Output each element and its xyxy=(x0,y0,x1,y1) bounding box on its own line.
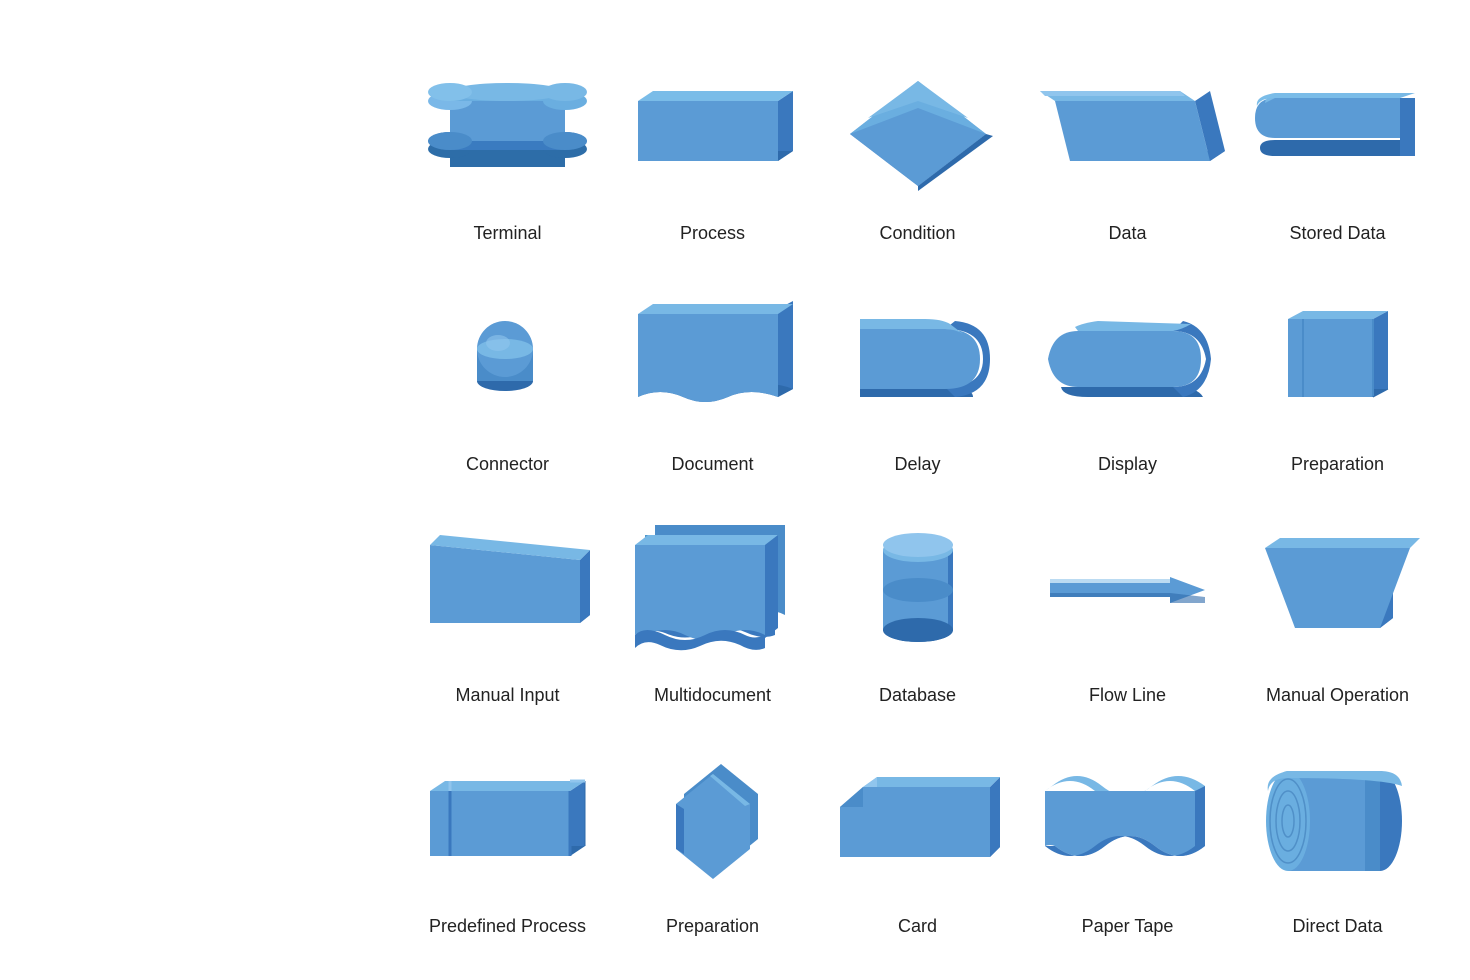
shape-stored-data xyxy=(1245,48,1430,208)
shape-flow-line xyxy=(1030,510,1225,670)
cell-terminal: Terminal xyxy=(405,28,610,259)
shape-display xyxy=(1030,279,1225,439)
label-condition: Condition xyxy=(879,223,955,244)
shape-preparation xyxy=(1245,279,1430,439)
shape-process xyxy=(620,48,805,208)
shape-direct-data xyxy=(1245,741,1430,901)
cell-paper-tape: Paper Tape xyxy=(1020,721,1235,952)
cell-flow-line: Flow Line xyxy=(1020,490,1235,721)
label-process: Process xyxy=(680,223,745,244)
shape-manual-input xyxy=(415,510,600,670)
label-preparation: Preparation xyxy=(1291,454,1384,475)
cell-manual-input: Manual Input xyxy=(405,490,610,721)
cell-database: Database xyxy=(815,490,1020,721)
cell-direct-data: Direct Data xyxy=(1235,721,1440,952)
cell-document: Document xyxy=(610,259,815,490)
label-connector: Connector xyxy=(466,454,549,475)
shape-card xyxy=(825,741,1010,901)
cell-display: Display xyxy=(1020,259,1235,490)
shape-multidocument xyxy=(620,510,805,670)
cell-preparation: Preparation xyxy=(1235,259,1440,490)
shape-manual-operation xyxy=(1245,510,1430,670)
label-data: Data xyxy=(1108,223,1146,244)
label-manual-input: Manual Input xyxy=(455,685,559,706)
shape-terminal xyxy=(415,48,600,208)
shape-predefined-process xyxy=(415,741,600,901)
label-manual-operation: Manual Operation xyxy=(1266,685,1409,706)
label-flow-line: Flow Line xyxy=(1089,685,1166,706)
label-delay: Delay xyxy=(894,454,940,475)
label-multidocument: Multidocument xyxy=(654,685,771,706)
shape-data xyxy=(1030,48,1225,208)
label-terminal: Terminal xyxy=(473,223,541,244)
shape-preparation2 xyxy=(620,741,805,901)
label-predefined-process: Predefined Process xyxy=(429,916,586,937)
label-display: Display xyxy=(1098,454,1157,475)
cell-multidocument: Multidocument xyxy=(610,490,815,721)
cell-predefined-process: Predefined Process xyxy=(405,721,610,952)
cell-stored-data: Stored Data xyxy=(1235,28,1440,259)
label-paper-tape: Paper Tape xyxy=(1082,916,1174,937)
shapes-grid: Terminal Process Condition Data xyxy=(375,8,1470,972)
cell-process: Process xyxy=(610,28,815,259)
cell-card: Card xyxy=(815,721,1020,952)
label-stored-data: Stored Data xyxy=(1289,223,1385,244)
label-database: Database xyxy=(879,685,956,706)
shape-paper-tape xyxy=(1030,741,1225,901)
cell-condition: Condition xyxy=(815,28,1020,259)
shapes-grid xyxy=(0,470,375,510)
cell-manual-operation: Manual Operation xyxy=(1235,490,1440,721)
cell-preparation2: Preparation xyxy=(610,721,815,952)
shape-connector xyxy=(415,279,600,439)
cell-connector: Connector xyxy=(405,259,610,490)
shape-condition xyxy=(825,48,1010,208)
shape-delay xyxy=(825,279,1010,439)
shape-database xyxy=(825,510,1010,670)
label-preparation2: Preparation xyxy=(666,916,759,937)
cell-data: Data xyxy=(1020,28,1235,259)
label-document: Document xyxy=(671,454,753,475)
label-card: Card xyxy=(898,916,937,937)
label-direct-data: Direct Data xyxy=(1292,916,1382,937)
shape-document xyxy=(620,279,805,439)
cell-delay: Delay xyxy=(815,259,1020,490)
